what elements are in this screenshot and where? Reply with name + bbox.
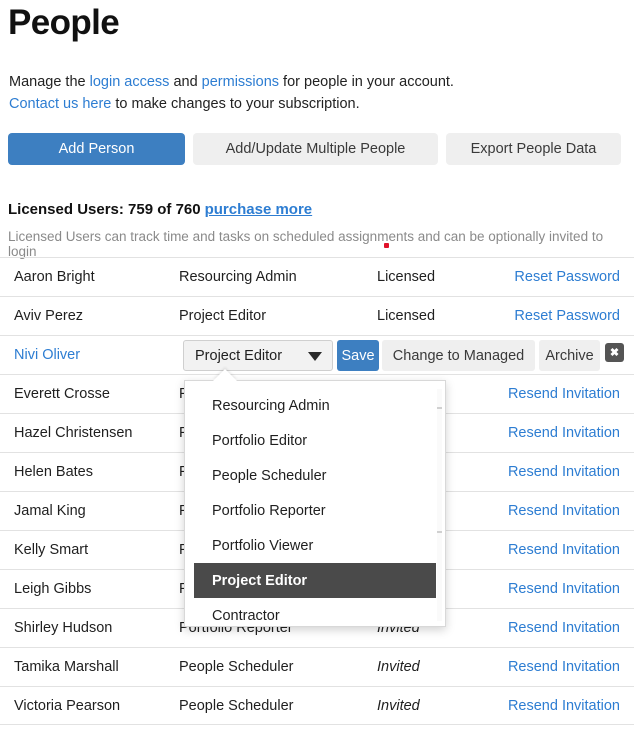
page-title: People bbox=[8, 3, 120, 42]
person-name: Kelly Smart bbox=[14, 542, 89, 558]
table-row-editing[interactable]: Nivi Oliver Project Editor Save Change t… bbox=[0, 335, 634, 374]
licensed-users-count: Licensed Users: 759 of 760 bbox=[8, 201, 201, 218]
person-name: Tamika Marshall bbox=[14, 659, 119, 675]
resend-invitation-link[interactable]: Resend Invitation bbox=[508, 386, 620, 402]
person-name: Jamal King bbox=[14, 503, 86, 519]
contact-us-link[interactable]: Contact us here bbox=[9, 96, 111, 112]
person-name: Shirley Hudson bbox=[14, 620, 113, 636]
reset-password-link[interactable]: Reset Password bbox=[514, 269, 620, 285]
dropdown-item-portfolio-editor[interactable]: Portfolio Editor bbox=[194, 423, 436, 458]
archive-button[interactable]: Archive bbox=[539, 340, 600, 371]
intro-text: Manage the login access and permissions … bbox=[9, 71, 609, 115]
resend-invitation-link[interactable]: Resend Invitation bbox=[508, 581, 620, 597]
resend-invitation-link[interactable]: Resend Invitation bbox=[508, 464, 620, 480]
licensed-users-heading: Licensed Users: 759 of 760 purchase more bbox=[8, 201, 312, 218]
dropdown-arrow-icon bbox=[213, 369, 237, 381]
licensed-users-description: Licensed Users can track time and tasks … bbox=[8, 229, 604, 259]
toolbar: Add Person Add/Update Multiple People Expo… bbox=[8, 133, 621, 165]
resend-invitation-link[interactable]: Resend Invitation bbox=[508, 425, 620, 441]
dropdown-item-people-scheduler[interactable]: People Scheduler bbox=[194, 458, 436, 493]
intro-prefix: Manage the bbox=[9, 74, 90, 90]
role-select-value: Project Editor bbox=[195, 347, 283, 364]
table-row[interactable]: Tamika Marshall People Scheduler Invited… bbox=[0, 647, 634, 686]
save-button[interactable]: Save bbox=[337, 340, 379, 371]
intro-suffix: for people in your account. bbox=[279, 74, 454, 90]
table-row[interactable]: Victoria Pearson People Scheduler Invite… bbox=[0, 686, 634, 725]
person-name: Leigh Gibbs bbox=[14, 581, 92, 597]
person-name-link[interactable]: Nivi Oliver bbox=[14, 347, 80, 363]
person-name: Aaron Bright bbox=[14, 269, 95, 285]
person-name: Victoria Pearson bbox=[14, 697, 121, 714]
dropdown-item-portfolio-viewer[interactable]: Portfolio Viewer bbox=[194, 528, 436, 563]
person-name: Hazel Christensen bbox=[14, 425, 133, 441]
person-role: Project Editor bbox=[179, 308, 267, 324]
chevron-down-icon bbox=[308, 352, 322, 361]
person-status: Licensed bbox=[377, 269, 436, 285]
dropdown-item-portfolio-reporter[interactable]: Portfolio Reporter bbox=[194, 493, 436, 528]
reset-password-link[interactable]: Reset Password bbox=[514, 308, 620, 324]
resend-invitation-link[interactable]: Resend Invitation bbox=[508, 659, 620, 675]
person-status: Invited bbox=[377, 659, 420, 675]
person-name: Helen Bates bbox=[14, 464, 93, 480]
resend-invitation-link[interactable]: Resend Invitation bbox=[508, 503, 620, 519]
purchase-more-link[interactable]: purchase more bbox=[205, 201, 313, 218]
change-to-managed-button[interactable]: Change to Managed bbox=[382, 340, 535, 371]
dropdown-item-resourcing-admin[interactable]: Resourcing Admin bbox=[194, 388, 436, 423]
person-role: Resourcing Admin bbox=[179, 269, 297, 285]
resend-invitation-link[interactable]: Resend Invitation bbox=[508, 698, 620, 714]
add-update-multiple-people-button[interactable]: Add/Update Multiple People bbox=[193, 133, 438, 165]
dropdown-scrollbar[interactable] bbox=[437, 389, 442, 621]
people-page: People Manage the login access and permi… bbox=[0, 0, 634, 744]
export-people-data-button[interactable]: Export People Data bbox=[446, 133, 621, 165]
person-role: People Scheduler bbox=[179, 697, 294, 714]
role-dropdown-menu: Resourcing Admin Portfolio Editor People… bbox=[184, 380, 446, 627]
role-select[interactable]: Project Editor bbox=[183, 340, 333, 371]
add-person-button[interactable]: Add Person bbox=[8, 133, 185, 165]
person-name: Aviv Perez bbox=[14, 308, 84, 324]
cursor-marker-icon bbox=[384, 243, 389, 248]
dropdown-item-contractor[interactable]: Contractor bbox=[194, 598, 436, 633]
resend-invitation-link[interactable]: Resend Invitation bbox=[508, 542, 620, 558]
permissions-link[interactable]: permissions bbox=[202, 74, 279, 90]
login-access-link[interactable]: login access bbox=[90, 74, 170, 90]
person-status: Licensed bbox=[377, 308, 436, 324]
person-status: Invited bbox=[377, 697, 420, 714]
person-role: People Scheduler bbox=[179, 659, 294, 675]
intro-mid: and bbox=[169, 74, 202, 90]
resend-invitation-link[interactable]: Resend Invitation bbox=[508, 620, 620, 636]
intro-line2-suffix: to make changes to your subscription. bbox=[111, 96, 360, 112]
close-icon[interactable]: ✖ bbox=[605, 343, 624, 362]
dropdown-item-project-editor[interactable]: Project Editor bbox=[194, 563, 436, 598]
table-row[interactable]: Aaron Bright Resourcing Admin Licensed R… bbox=[0, 257, 634, 296]
person-name: Everett Crosse bbox=[14, 386, 110, 402]
table-row[interactable]: Aviv Perez Project Editor Licensed Reset… bbox=[0, 296, 634, 335]
